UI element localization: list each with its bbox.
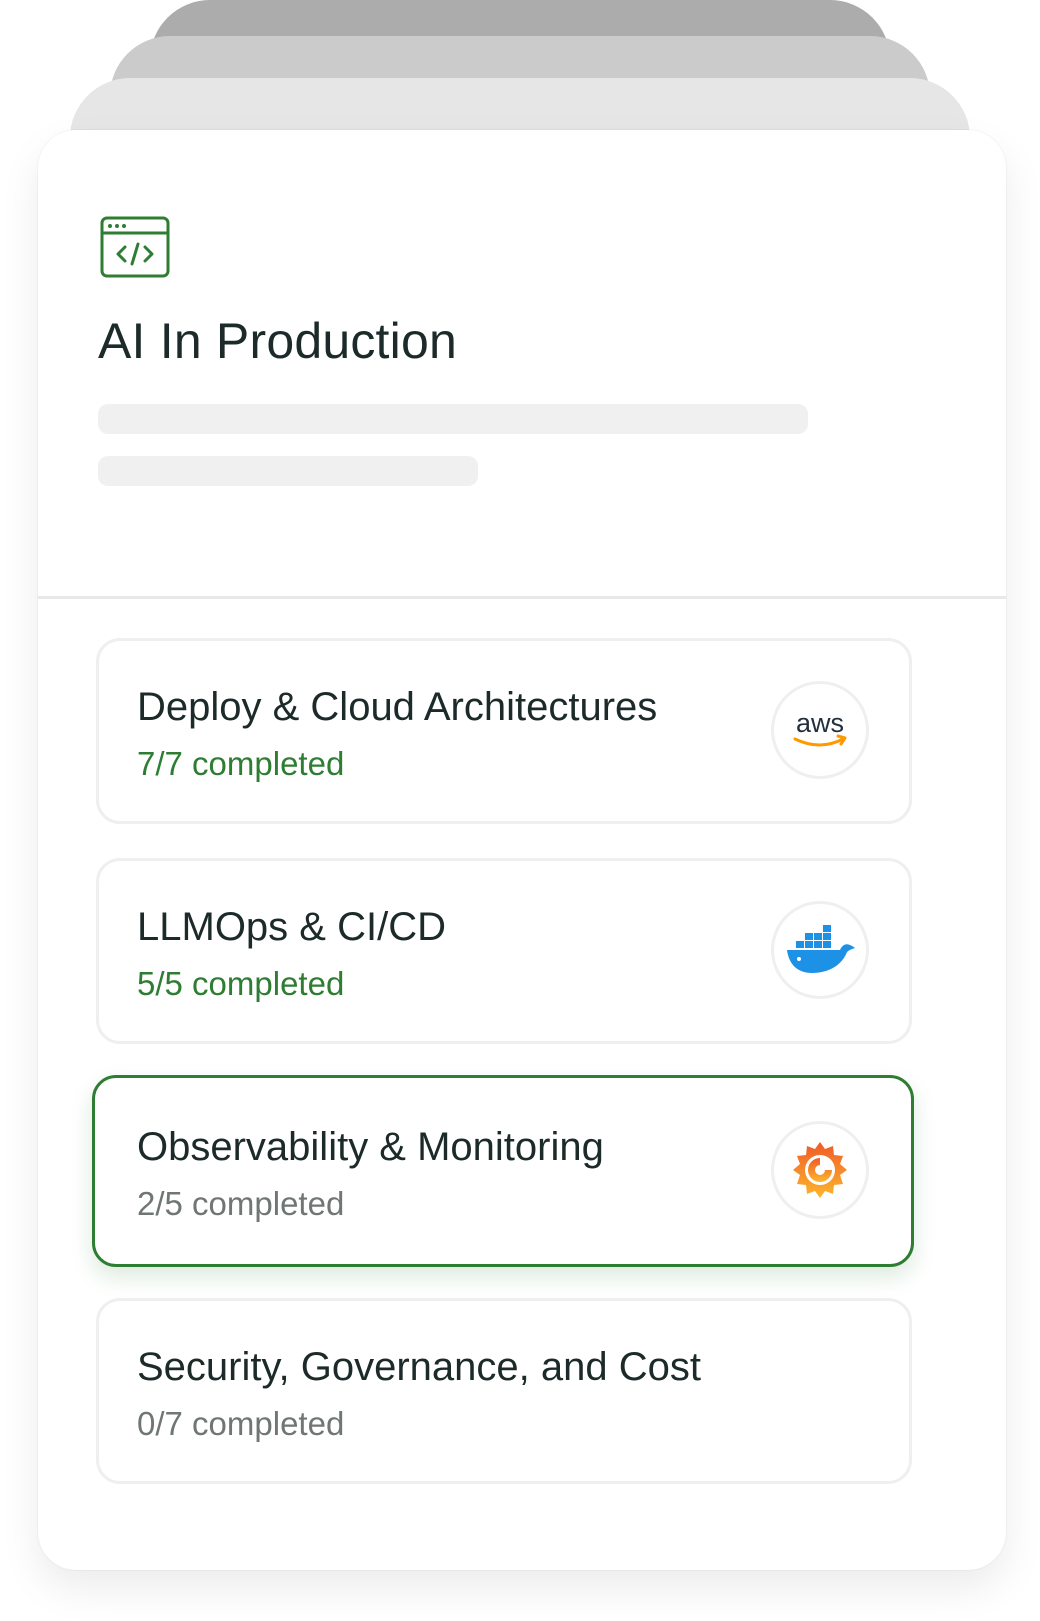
module-title: LLMOps & CI/CD	[137, 905, 446, 949]
description-placeholder-line	[98, 456, 478, 486]
module-progress: 2/5 completed	[137, 1185, 345, 1222]
module-progress: 5/5 completed	[137, 965, 345, 1002]
grafana-logo-icon	[771, 1121, 869, 1219]
aws-logo-icon: aws	[771, 681, 869, 779]
module-item-observability[interactable]: Observability & Monitoring 2/5 completed	[92, 1075, 914, 1267]
code-window-icon	[100, 216, 170, 278]
course-card-header: AI In Production	[38, 130, 1006, 599]
module-item-deploy-cloud[interactable]: Deploy & Cloud Architectures 7/7 complet…	[96, 638, 912, 824]
docker-logo-icon	[771, 901, 869, 999]
svg-text:aws: aws	[796, 708, 844, 738]
module-list: Deploy & Cloud Architectures 7/7 complet…	[92, 638, 914, 1518]
module-title: Observability & Monitoring	[137, 1125, 604, 1169]
module-progress: 0/7 completed	[137, 1405, 345, 1442]
description-placeholder-line	[98, 404, 808, 434]
course-title: AI In Production	[98, 313, 457, 369]
module-item-security-governance[interactable]: Security, Governance, and Cost 0/7 compl…	[96, 1298, 912, 1484]
module-item-llmops[interactable]: LLMOps & CI/CD 5/5 completed	[96, 858, 912, 1044]
module-title: Security, Governance, and Cost	[137, 1345, 701, 1389]
module-title: Deploy & Cloud Architectures	[137, 685, 658, 729]
module-progress: 7/7 completed	[137, 745, 345, 782]
course-card[interactable]: AI In Production Deploy & Cloud Architec…	[38, 130, 1006, 1570]
